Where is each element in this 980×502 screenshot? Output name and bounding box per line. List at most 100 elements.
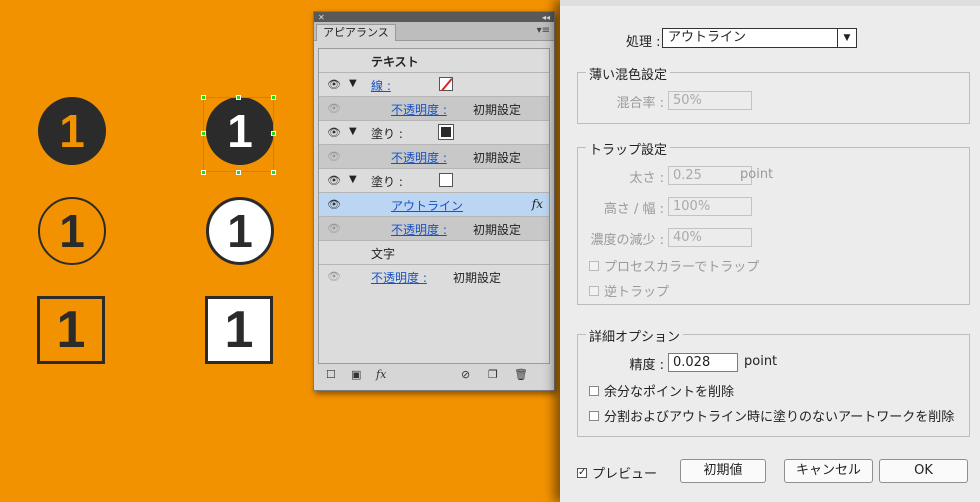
eye-icon[interactable]: 👁 — [327, 150, 341, 163]
disclosure-triangle-icon[interactable]: ▼ — [349, 78, 357, 89]
selection-handle[interactable] — [201, 170, 206, 175]
process-select[interactable]: アウトライン ▼ — [662, 28, 857, 48]
fill-swatch-white[interactable] — [439, 173, 453, 187]
chevron-down-icon[interactable]: ▼ — [837, 29, 856, 47]
collapse-icon[interactable]: ◂◂ — [542, 13, 550, 22]
stroke-swatch-none[interactable] — [439, 77, 453, 91]
selection-handle[interactable] — [236, 95, 241, 100]
panel-titlebar[interactable]: ✕ ◂◂ — [314, 12, 554, 22]
list-item-characters[interactable]: 文字 — [319, 241, 549, 265]
checkbox-icon[interactable] — [589, 385, 599, 396]
checkbox-icon[interactable] — [589, 285, 599, 296]
number-icon-white-square[interactable]: 1 — [205, 296, 273, 364]
mix-rate-field[interactable]: 50% — [668, 91, 752, 110]
eye-icon[interactable]: 👁 — [327, 270, 341, 283]
checkbox-icon[interactable] — [589, 410, 599, 421]
panel-tabbar: アピアランス ▾≡ — [314, 22, 554, 41]
list-item-outline-effect[interactable]: 👁 アウトライン fx — [319, 193, 549, 217]
selection-handle[interactable] — [271, 95, 276, 100]
preview-checkbox[interactable]: ✓ プレビュー — [577, 463, 657, 482]
opacity-label[interactable]: 不透明度 : — [391, 101, 447, 118]
list-item-opacity[interactable]: 👁 不透明度 : 初期設定 — [319, 265, 549, 289]
disclosure-triangle-icon[interactable]: ▼ — [349, 126, 357, 137]
trap-settings-group: トラップ設定 太さ : 0.25 point 高さ / 幅 : 100% 濃度の… — [577, 139, 970, 305]
list-item-text[interactable]: テキスト — [319, 49, 549, 73]
eye-icon[interactable]: 👁 — [327, 102, 341, 115]
delete-unpainted-artwork-checkbox[interactable]: 分割およびアウトライン時に塗りのないアートワークを削除 — [589, 406, 954, 425]
checkbox-label: プロセスカラーでトラップ — [604, 260, 760, 275]
fill-swatch-dark[interactable] — [438, 124, 454, 140]
eye-icon[interactable]: 👁 — [327, 126, 341, 139]
tint-reduction-field[interactable]: 40% — [668, 228, 752, 247]
process-color-trap-checkbox[interactable]: プロセスカラーでトラップ — [589, 256, 759, 275]
close-icon[interactable]: ✕ — [318, 13, 325, 22]
list-item-opacity[interactable]: 👁 不透明度 : 初期設定 — [319, 97, 549, 121]
appearance-panel: ✕ ◂◂ アピアランス ▾≡ テキスト 👁 ▼ 線 : 👁 不透明度 : 初期設… — [313, 11, 555, 391]
add-stroke-icon[interactable]: ☐ — [326, 368, 336, 381]
checkmark-icon[interactable]: ✓ — [577, 467, 587, 478]
list-item-fill[interactable]: 👁 ▼ 塗り : — [319, 121, 549, 145]
opacity-value: 初期設定 — [473, 103, 522, 117]
height-width-label: 高さ / 幅 : — [603, 202, 664, 217]
fx-menu-icon[interactable]: fx — [376, 368, 386, 381]
list-item-fill[interactable]: 👁 ▼ 塗り : — [319, 169, 549, 193]
list-item-opacity[interactable]: 👁 不透明度 : 初期設定 — [319, 217, 549, 241]
fill-label: 塗り : — [371, 127, 403, 141]
group-title: 薄い混色設定 — [586, 64, 671, 83]
selection-handle[interactable] — [271, 131, 276, 136]
eye-icon[interactable]: 👁 — [327, 222, 341, 235]
opacity-value: 初期設定 — [473, 223, 522, 237]
panel-footer: ☐ ▣ fx ⊘ ❐ 🗑 — [314, 366, 554, 384]
fx-icon: fx — [531, 197, 543, 211]
opacity-label[interactable]: 不透明度 : — [391, 149, 447, 166]
fill-label: 塗り : — [371, 175, 403, 189]
appearance-list: テキスト 👁 ▼ 線 : 👁 不透明度 : 初期設定 👁 ▼ 塗り : 👁 不透… — [318, 48, 550, 364]
number-icon-filled-circle[interactable]: 1 — [38, 97, 106, 165]
checkbox-label: プレビュー — [592, 467, 658, 482]
dialog-titlebar[interactable] — [560, 0, 980, 6]
group-title: トラップ設定 — [586, 139, 671, 158]
row-label: テキスト — [371, 55, 419, 69]
list-item-opacity[interactable]: 👁 不透明度 : 初期設定 — [319, 145, 549, 169]
stroke-label[interactable]: 線 : — [371, 77, 391, 94]
eye-icon[interactable]: 👁 — [327, 198, 341, 211]
tint-reduction-label: 濃度の減少 : — [590, 233, 664, 248]
selection-bounding-box[interactable] — [203, 97, 274, 172]
precision-field[interactable]: 0.028 — [668, 353, 738, 372]
list-item-stroke[interactable]: 👁 ▼ 線 : — [319, 73, 549, 97]
ok-button[interactable]: OK — [879, 459, 968, 483]
checkbox-icon[interactable] — [589, 260, 599, 271]
checkbox-label: 逆トラップ — [604, 285, 670, 300]
clear-appearance-icon[interactable]: ⊘ — [461, 368, 470, 381]
opacity-label[interactable]: 不透明度 : — [371, 269, 427, 286]
defaults-button[interactable]: 初期値 — [680, 459, 766, 483]
number-icon-outline-square[interactable]: 1 — [37, 296, 105, 364]
tab-appearance[interactable]: アピアランス — [316, 24, 396, 41]
height-width-field[interactable]: 100% — [668, 197, 752, 216]
eye-icon[interactable]: 👁 — [327, 78, 341, 91]
eye-icon[interactable]: 👁 — [327, 174, 341, 187]
reverse-trap-checkbox[interactable]: 逆トラップ — [589, 281, 669, 300]
trash-icon[interactable]: 🗑 — [514, 368, 528, 381]
characters-label: 文字 — [371, 247, 396, 261]
selection-handle[interactable] — [201, 131, 206, 136]
disclosure-triangle-icon[interactable]: ▼ — [349, 174, 357, 185]
process-select-value: アウトライン — [668, 30, 747, 45]
precision-unit: point — [744, 354, 778, 369]
panel-menu-icon[interactable]: ▾≡ — [537, 25, 550, 36]
selection-handle[interactable] — [201, 95, 206, 100]
cancel-button[interactable]: キャンセル — [784, 459, 873, 483]
checkbox-label: 分割およびアウトライン時に塗りのないアートワークを削除 — [604, 410, 955, 425]
add-fill-icon[interactable]: ▣ — [351, 368, 361, 381]
opacity-label[interactable]: 不透明度 : — [391, 221, 447, 238]
number-icon-white-circle[interactable]: 1 — [206, 197, 274, 265]
duplicate-item-icon[interactable]: ❐ — [488, 368, 498, 381]
number-icon-outline-circle[interactable]: 1 — [38, 197, 106, 265]
group-title: 詳細オプション — [586, 326, 684, 345]
selection-handle[interactable] — [236, 170, 241, 175]
outline-effect-label[interactable]: アウトライン — [391, 197, 463, 214]
selection-handle[interactable] — [271, 170, 276, 175]
detail-options-group: 詳細オプション 精度 : 0.028 point 余分なポイントを削除 分割およ… — [577, 326, 970, 437]
remove-redundant-points-checkbox[interactable]: 余分なポイントを削除 — [589, 381, 734, 400]
mix-label: 混合率 : — [616, 96, 664, 111]
